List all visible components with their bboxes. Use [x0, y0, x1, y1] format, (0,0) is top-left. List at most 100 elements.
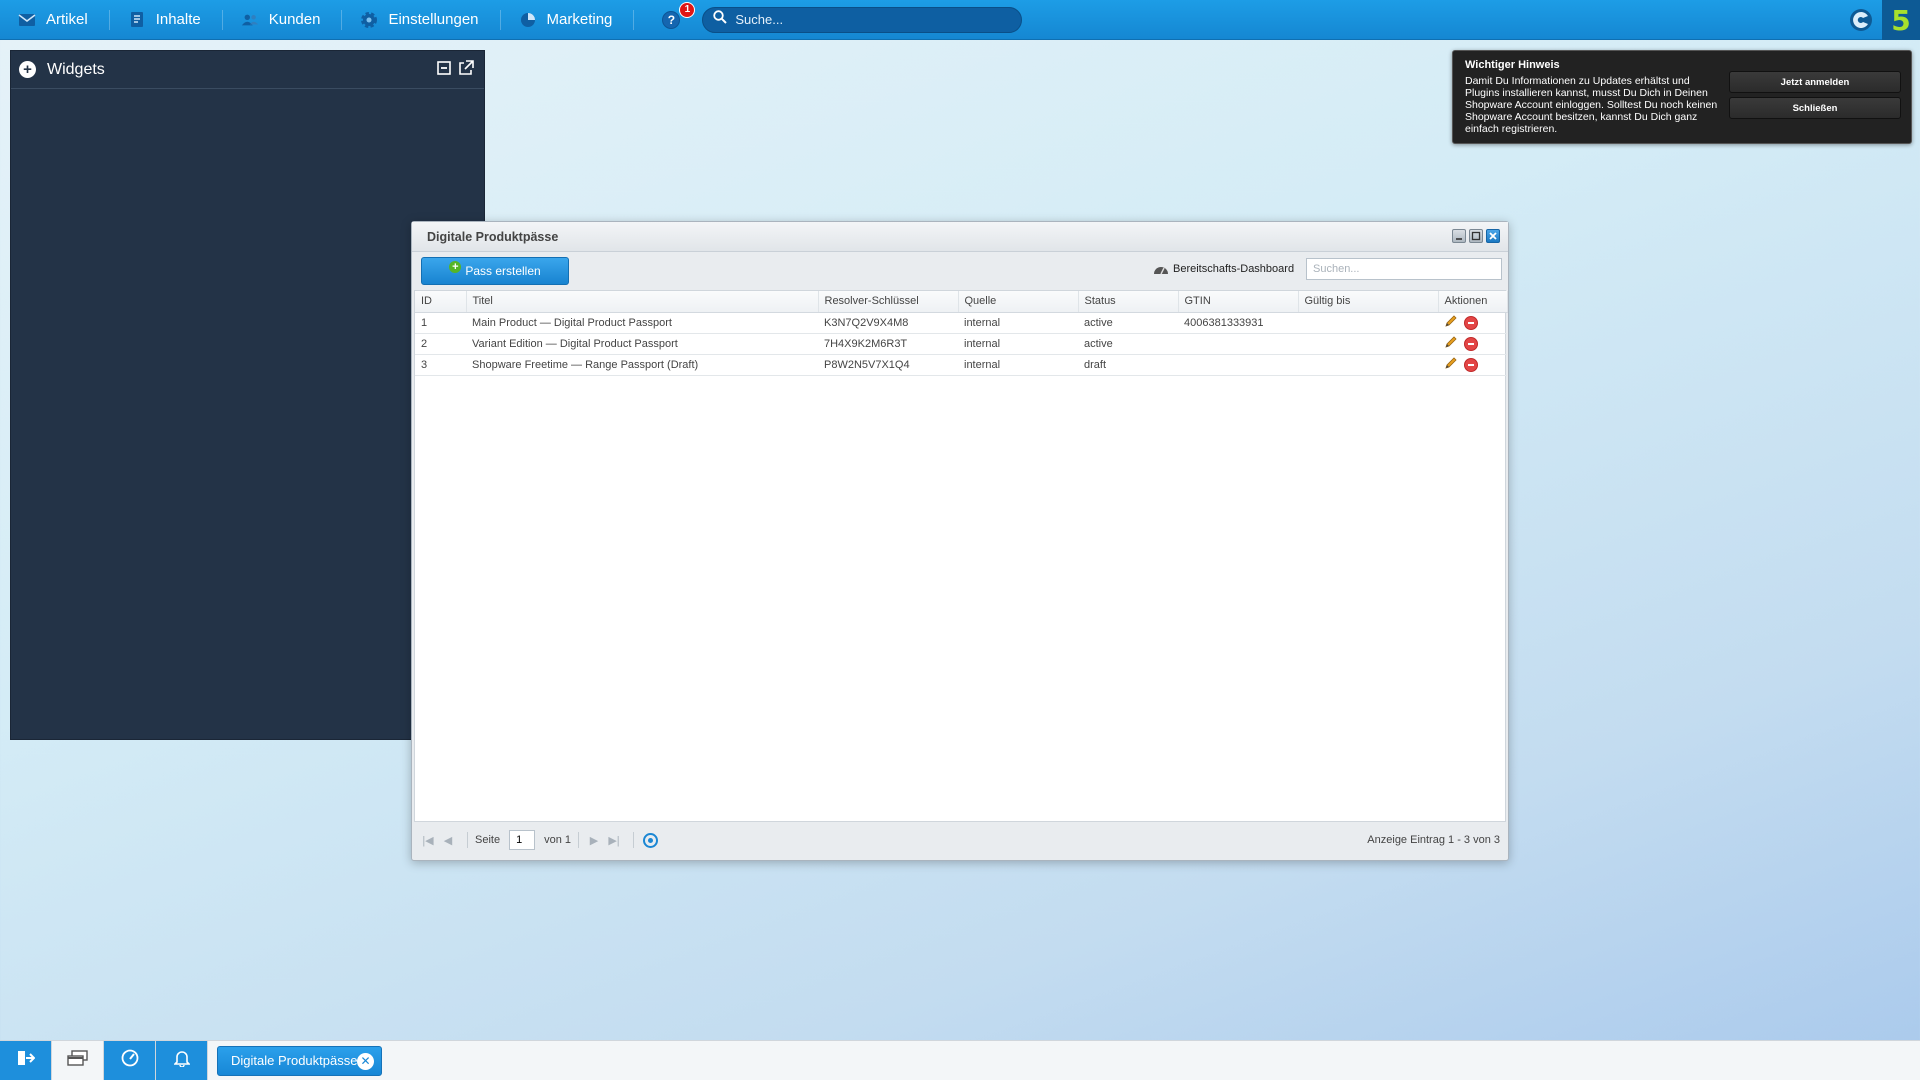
column-header-gtin[interactable]: GTIN [1178, 291, 1299, 313]
table-row[interactable]: 1 Main Product — Digital Product Passpor… [415, 312, 1507, 334]
cell-title: Variant Edition — Digital Product Passpo… [466, 333, 818, 355]
create-pass-label: Pass erstellen [465, 264, 541, 278]
bottom-taskbar: Digitale Produktpässe ✕ [0, 1040, 1920, 1080]
nav-inhalte-label: Inhalte [155, 11, 201, 28]
taskbar-tab-label: Digitale Produktpässe [231, 1053, 358, 1068]
taskbar-window-tab[interactable]: Digitale Produktpässe ✕ [217, 1045, 382, 1076]
cell-id: 2 [415, 333, 466, 355]
next-page-icon[interactable]: ▶ [586, 832, 602, 848]
grid-pagination: |◀ ◀ Seite von 1 ▶ ▶| Anzeige Eintrag 1 … [414, 825, 1506, 855]
nav-einstellungen[interactable]: Einstellungen [342, 0, 501, 40]
column-header-title[interactable]: Titel [466, 291, 819, 313]
column-header-valid-until[interactable]: Gültig bis [1298, 291, 1439, 313]
top-right-logos: 5 [1848, 0, 1920, 40]
close-tab-icon[interactable]: ✕ [357, 1052, 374, 1070]
nav-kunden[interactable]: Kunden [223, 0, 343, 40]
cell-actions [1438, 354, 1507, 376]
cell-title: Main Product — Digital Product Passport [466, 312, 818, 334]
dashboard-button[interactable] [104, 1040, 156, 1080]
create-pass-button[interactable]: + Pass erstellen [421, 257, 569, 285]
column-header-id[interactable]: ID [415, 291, 467, 313]
search-icon [713, 10, 728, 29]
notice-text: Damit Du Informationen zu Updates erhält… [1465, 75, 1718, 135]
delete-icon[interactable] [1464, 315, 1478, 330]
digital-product-passports-window: Digitale Produktpässe + Pass erstellen B… [411, 221, 1509, 861]
edit-pencil-icon[interactable] [1444, 314, 1458, 331]
cell-gtin: 4006381333931 [1178, 312, 1298, 334]
column-header-actions: Aktionen [1438, 291, 1508, 313]
login-now-button[interactable]: Jetzt anmelden [1729, 71, 1901, 93]
close-notice-button[interactable]: Schließen [1729, 97, 1901, 119]
last-page-icon[interactable]: ▶| [606, 832, 622, 848]
pager-divider [633, 832, 634, 848]
pie-chart-icon [519, 11, 537, 29]
windows-icon [66, 1050, 89, 1071]
close-window-icon[interactable] [1486, 229, 1500, 243]
pager-divider [578, 832, 579, 848]
nav-artikel[interactable]: Artikel [0, 0, 110, 40]
cell-gtin [1178, 333, 1298, 355]
help-button[interactable]: ? 1 [662, 1, 696, 31]
logout-button[interactable] [0, 1040, 52, 1080]
delete-icon[interactable] [1464, 357, 1478, 372]
cell-status: active [1078, 312, 1178, 334]
external-link-icon[interactable] [458, 60, 474, 81]
document-icon [128, 11, 146, 29]
first-page-icon[interactable]: |◀ [420, 832, 436, 848]
cell-source: internal [958, 333, 1078, 355]
global-search[interactable] [702, 6, 1023, 33]
cell-valid-until [1298, 312, 1438, 334]
cell-source: internal [958, 312, 1078, 334]
table-row[interactable]: 3 Shopware Freetime — Range Passport (Dr… [415, 354, 1507, 376]
minimize-widgets-icon[interactable] [437, 60, 452, 81]
cell-source: internal [958, 354, 1078, 376]
nav-marketing[interactable]: Marketing [501, 0, 635, 40]
cell-actions [1438, 312, 1507, 334]
cell-title: Shopware Freetime — Range Passport (Draf… [466, 354, 818, 376]
cell-status: draft [1078, 354, 1178, 376]
window-toolbar: + Pass erstellen Bereitschafts-Dashboard [412, 252, 1508, 288]
nav-inhalte[interactable]: Inhalte [110, 0, 223, 40]
important-notice-popup: Wichtiger Hinweis Damit Du Informationen… [1452, 50, 1912, 144]
nav-marketing-label: Marketing [546, 11, 613, 28]
table-row[interactable]: 2 Variant Edition — Digital Product Pass… [415, 333, 1507, 355]
column-header-status[interactable]: Status [1078, 291, 1179, 313]
speedometer-icon [121, 1049, 139, 1072]
column-header-source[interactable]: Quelle [958, 291, 1079, 313]
nav-kunden-label: Kunden [268, 11, 321, 28]
page-number-input[interactable] [509, 830, 536, 850]
nav-artikel-label: Artikel [46, 11, 88, 28]
shopware-logo-icon [1848, 7, 1874, 33]
readiness-dashboard-link[interactable]: Bereitschafts-Dashboard [1153, 263, 1294, 275]
cell-gtin [1178, 354, 1298, 376]
window-controls [1452, 229, 1500, 243]
notification-badge: 1 [679, 1, 696, 18]
add-widget-icon[interactable]: + [19, 61, 36, 78]
window-manager-button[interactable] [52, 1040, 104, 1080]
logout-icon [17, 1050, 35, 1071]
refresh-icon[interactable] [643, 832, 658, 848]
bell-icon [172, 1049, 191, 1072]
edit-pencil-icon[interactable] [1444, 335, 1458, 352]
cell-valid-until [1298, 333, 1438, 355]
notifications-button[interactable] [156, 1040, 208, 1080]
gauge-icon [1153, 264, 1169, 275]
pager-divider [467, 832, 468, 848]
window-titlebar[interactable]: Digitale Produktpässe [412, 222, 1508, 252]
paging-info: Anzeige Eintrag 1 - 3 von 3 [1367, 834, 1500, 846]
column-header-resolver-key[interactable]: Resolver-Schlüssel [818, 291, 959, 313]
grid-search-input[interactable] [1306, 258, 1502, 280]
gear-icon [360, 11, 378, 29]
maximize-window-icon[interactable] [1469, 229, 1483, 243]
minimize-window-icon[interactable] [1452, 229, 1466, 243]
table-header-row: ID Titel Resolver-Schlüssel Quelle Statu… [415, 291, 1508, 313]
widgets-tools [437, 60, 474, 81]
cell-resolver-key: P8W2N5V7X1Q4 [818, 354, 958, 376]
cell-actions [1438, 333, 1507, 355]
global-search-input[interactable] [735, 12, 1006, 27]
edit-pencil-icon[interactable] [1444, 356, 1458, 373]
delete-icon[interactable] [1464, 336, 1478, 351]
window-title: Digitale Produktpässe [427, 229, 559, 244]
previous-page-icon[interactable]: ◀ [440, 832, 456, 848]
page-of-label: von 1 [544, 834, 571, 846]
